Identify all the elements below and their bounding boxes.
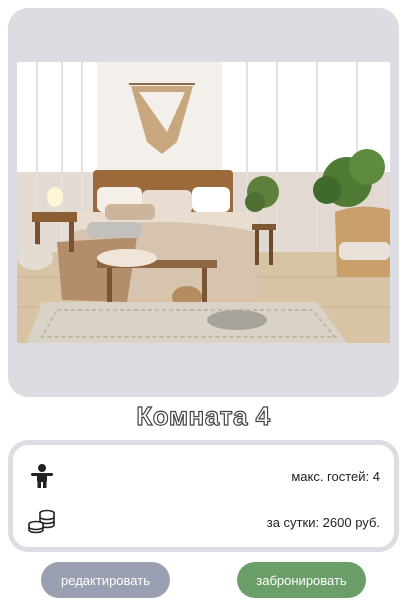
room-photo bbox=[17, 62, 390, 343]
max-guests-text: макс. гостей: 4 bbox=[291, 468, 380, 484]
person-icon bbox=[27, 461, 57, 491]
room-photo-card bbox=[8, 8, 399, 397]
price-row: за сутки: 2600 руб. bbox=[13, 507, 394, 537]
room-card-page: Комната 4 макс. гостей: 4 за сутки: 2600… bbox=[0, 0, 407, 603]
coins-icon bbox=[27, 507, 57, 537]
room-title: Комната 4 bbox=[136, 400, 271, 431]
guests-row: макс. гостей: 4 bbox=[13, 461, 394, 491]
book-button[interactable]: забронировать bbox=[237, 562, 366, 598]
edit-button[interactable]: редактировать bbox=[41, 562, 170, 598]
room-info-card: макс. гостей: 4 за сутки: 2600 руб. bbox=[8, 440, 399, 552]
price-per-night-text: за сутки: 2600 руб. bbox=[266, 514, 380, 530]
